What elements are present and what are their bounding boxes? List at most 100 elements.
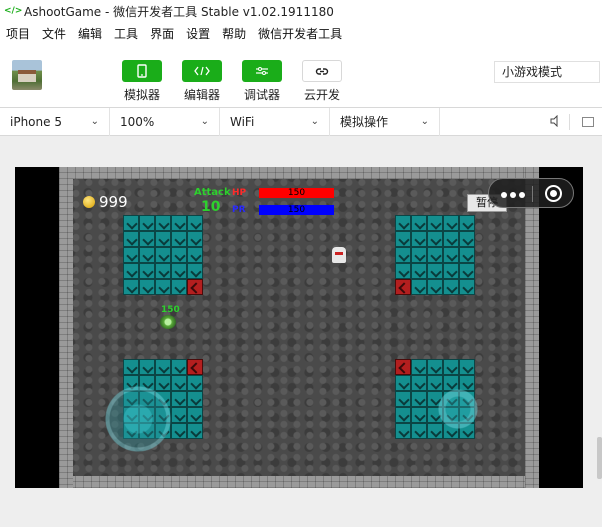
teal-block (395, 247, 411, 263)
teal-block (395, 215, 411, 231)
menu-tools[interactable]: 工具 (108, 22, 144, 46)
menu-edit[interactable]: 编辑 (72, 22, 108, 46)
operation-select[interactable]: 模拟操作 ⌄ (330, 107, 440, 136)
teal-block (443, 247, 459, 263)
divider (569, 114, 570, 130)
mp-label: PR (232, 205, 246, 215)
teal-block (459, 359, 475, 375)
simulator-button[interactable]: 模拟器 (112, 60, 172, 103)
teal-block (171, 423, 187, 439)
teal-block (187, 407, 203, 423)
teal-block (123, 231, 139, 247)
device-bar: iPhone 5 ⌄ 100% ⌄ WiFi ⌄ 模拟操作 ⌄ (0, 107, 602, 136)
teal-block (427, 375, 443, 391)
teal-block (459, 279, 475, 295)
player-tank-sprite (160, 315, 176, 329)
teal-block (411, 359, 427, 375)
scrollbar-handle[interactable] (597, 437, 602, 479)
block-grid-top-left (123, 215, 203, 295)
editor-label: 编辑器 (183, 88, 220, 102)
menu-interface[interactable]: 界面 (144, 22, 180, 46)
devbar-right-icons (549, 108, 602, 136)
teal-block (139, 359, 155, 375)
zoom-select[interactable]: 100% ⌄ (110, 107, 220, 136)
cloud-dev-label: 云开发 (303, 88, 340, 102)
teal-block (427, 423, 443, 439)
zoom-value: 100% (120, 114, 155, 129)
teal-block (459, 231, 475, 247)
coin-icon (83, 196, 95, 208)
project-avatar-icon[interactable] (12, 60, 42, 90)
wall-bottom (59, 476, 539, 488)
red-block (187, 359, 203, 375)
teal-block (187, 231, 203, 247)
speaker-icon[interactable] (549, 114, 561, 130)
teal-block (171, 279, 187, 295)
teal-block (411, 231, 427, 247)
debugger-button[interactable]: 调试器 (232, 60, 292, 103)
cloud-link-icon (302, 60, 342, 82)
teal-block (171, 391, 187, 407)
cloud-dev-button[interactable]: 云开发 (292, 60, 352, 103)
teal-block (187, 247, 203, 263)
teal-block (139, 247, 155, 263)
teal-block (443, 263, 459, 279)
red-block (395, 359, 411, 375)
simulator-label: 模拟器 (123, 88, 160, 102)
menu-settings[interactable]: 设置 (180, 22, 216, 46)
debug-icon (242, 60, 282, 82)
teal-block (123, 215, 139, 231)
teal-block (411, 247, 427, 263)
teal-block (411, 375, 427, 391)
operation-value: 模拟操作 (340, 114, 389, 129)
menu-bar: 项目 文件 编辑 工具 界面 设置 帮助 微信开发者工具 (0, 22, 602, 46)
capsule-divider (532, 186, 533, 202)
detach-window-icon[interactable] (582, 117, 594, 127)
teal-block (395, 231, 411, 247)
teal-block (155, 279, 171, 295)
teal-block (123, 247, 139, 263)
teal-block (427, 263, 443, 279)
teal-block (395, 391, 411, 407)
more-icon[interactable] (501, 192, 525, 198)
menu-devtools[interactable]: 微信开发者工具 (252, 22, 348, 46)
teal-block (139, 215, 155, 231)
window-title: AshootGame - 微信开发者工具 Stable v1.02.191118… (24, 4, 334, 19)
close-circle-icon[interactable] (545, 185, 562, 202)
teal-block (443, 231, 459, 247)
menu-help[interactable]: 帮助 (216, 22, 252, 46)
title-bar: </> AshootGame - 微信开发者工具 Stable v1.02.19… (0, 0, 602, 22)
editor-button[interactable]: 编辑器 (172, 60, 232, 103)
hp-bar: 150 (259, 188, 334, 198)
mode-select[interactable]: 小游戏模式 (494, 61, 600, 83)
fire-joystick[interactable] (436, 387, 480, 431)
phone-screen: 999 Attack 10 HP 150 PR 150 暂停 150 (15, 167, 583, 488)
teal-block (443, 359, 459, 375)
teal-block (427, 215, 443, 231)
attack-value: 10 (201, 199, 221, 215)
network-select[interactable]: WiFi ⌄ (220, 107, 330, 136)
wechat-devtools-icon: </> (4, 6, 23, 16)
coin-counter: 999 (83, 193, 128, 211)
teal-block (155, 263, 171, 279)
device-select[interactable]: iPhone 5 ⌄ (0, 107, 110, 136)
teal-block (427, 247, 443, 263)
teal-block (395, 375, 411, 391)
teal-block (459, 215, 475, 231)
menu-project[interactable]: 项目 (0, 22, 36, 46)
red-block (187, 279, 203, 295)
teal-block (187, 375, 203, 391)
teal-block (427, 279, 443, 295)
game-canvas[interactable]: 999 Attack 10 HP 150 PR 150 暂停 150 (59, 167, 539, 488)
teal-block (155, 247, 171, 263)
teal-block (171, 375, 187, 391)
teal-block (411, 423, 427, 439)
teal-block (443, 215, 459, 231)
teal-block (427, 359, 443, 375)
chevron-down-icon: ⌄ (420, 115, 429, 127)
teal-block (171, 215, 187, 231)
phone-icon (122, 60, 162, 82)
teal-block (395, 407, 411, 423)
move-joystick[interactable] (105, 386, 171, 452)
menu-file[interactable]: 文件 (36, 22, 72, 46)
